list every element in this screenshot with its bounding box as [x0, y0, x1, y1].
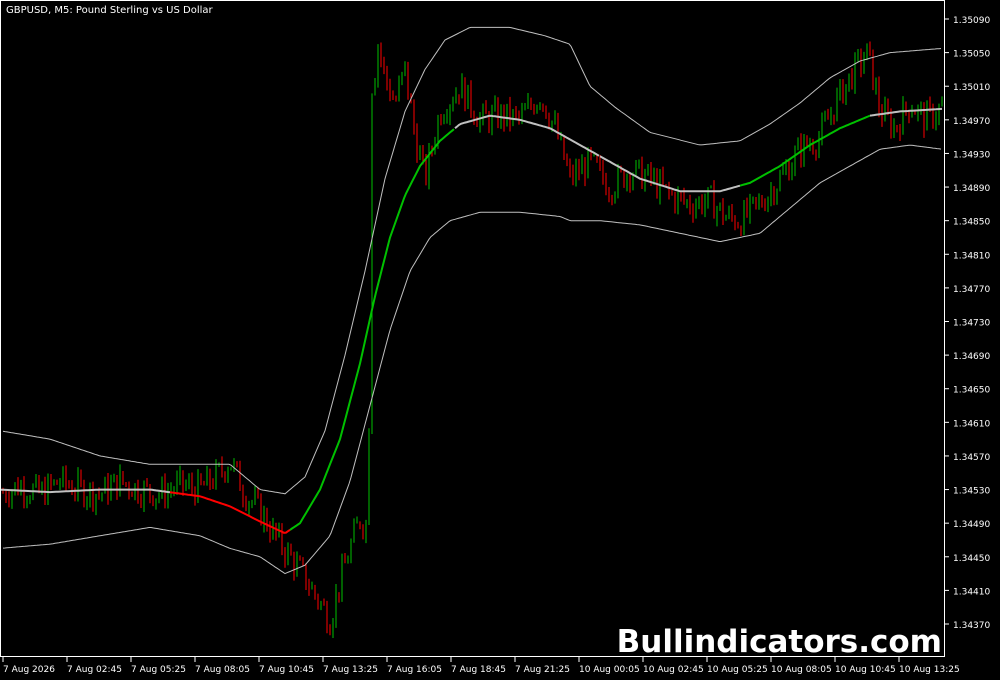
y-tick-label: 1.34570 [953, 453, 990, 463]
x-tick-label: 10 Aug 08:05 [771, 665, 832, 675]
watermark-text: Bullindicators.com [617, 624, 942, 660]
y-tick-label: 1.35090 [953, 16, 990, 26]
y-tick-label: 1.34850 [953, 218, 990, 228]
x-tick-label: 7 Aug 08:05 [195, 665, 250, 675]
y-tick-label: 1.34730 [953, 319, 990, 329]
x-tick-label: 7 Aug 21:25 [515, 665, 570, 675]
y-tick-label: 1.34530 [953, 487, 990, 497]
y-tick-label: 1.34370 [953, 621, 990, 631]
y-tick-label: 1.34770 [953, 285, 990, 295]
x-tick-label: 7 Aug 13:25 [323, 665, 378, 675]
x-tick-label: 7 Aug 02:45 [67, 665, 122, 675]
x-tick-label: 10 Aug 02:45 [643, 665, 704, 675]
y-tick-label: 1.34970 [953, 117, 990, 127]
x-tick-label: 7 Aug 16:05 [387, 665, 442, 675]
y-tick-label: 1.34690 [953, 352, 990, 362]
x-tick-label: 10 Aug 10:45 [835, 665, 896, 675]
x-tick-label: 7 Aug 05:25 [131, 665, 186, 675]
y-tick-label: 1.34610 [953, 419, 990, 429]
x-tick-label: 7 Aug 2026 [3, 665, 55, 675]
y-tick-label: 1.34450 [953, 554, 990, 564]
y-tick-label: 1.34810 [953, 251, 990, 261]
y-tick-label: 1.34930 [953, 150, 990, 160]
y-tick-label: 1.34490 [953, 520, 990, 530]
x-tick-label: 7 Aug 18:45 [451, 665, 506, 675]
x-tick-label: 10 Aug 00:05 [579, 665, 640, 675]
y-tick-label: 1.34650 [953, 386, 990, 396]
y-tick-label: 1.35050 [953, 50, 990, 60]
y-tick-label: 1.34890 [953, 184, 990, 194]
x-tick-label: 10 Aug 05:25 [707, 665, 768, 675]
y-tick-label: 1.34410 [953, 587, 990, 597]
chart-canvas: 1.35090 1.35050 1.35010 1.34970 1.34930 1.348… [0, 0, 1000, 680]
x-tick-label: 7 Aug 10:45 [259, 665, 314, 675]
chart-background [0, 0, 1000, 680]
x-tick-label: 10 Aug 13:25 [899, 665, 960, 675]
y-tick-label: 1.35010 [953, 83, 990, 93]
chart-title: GBPUSD, M5: Pound Sterling vs US Dollar [6, 5, 214, 16]
